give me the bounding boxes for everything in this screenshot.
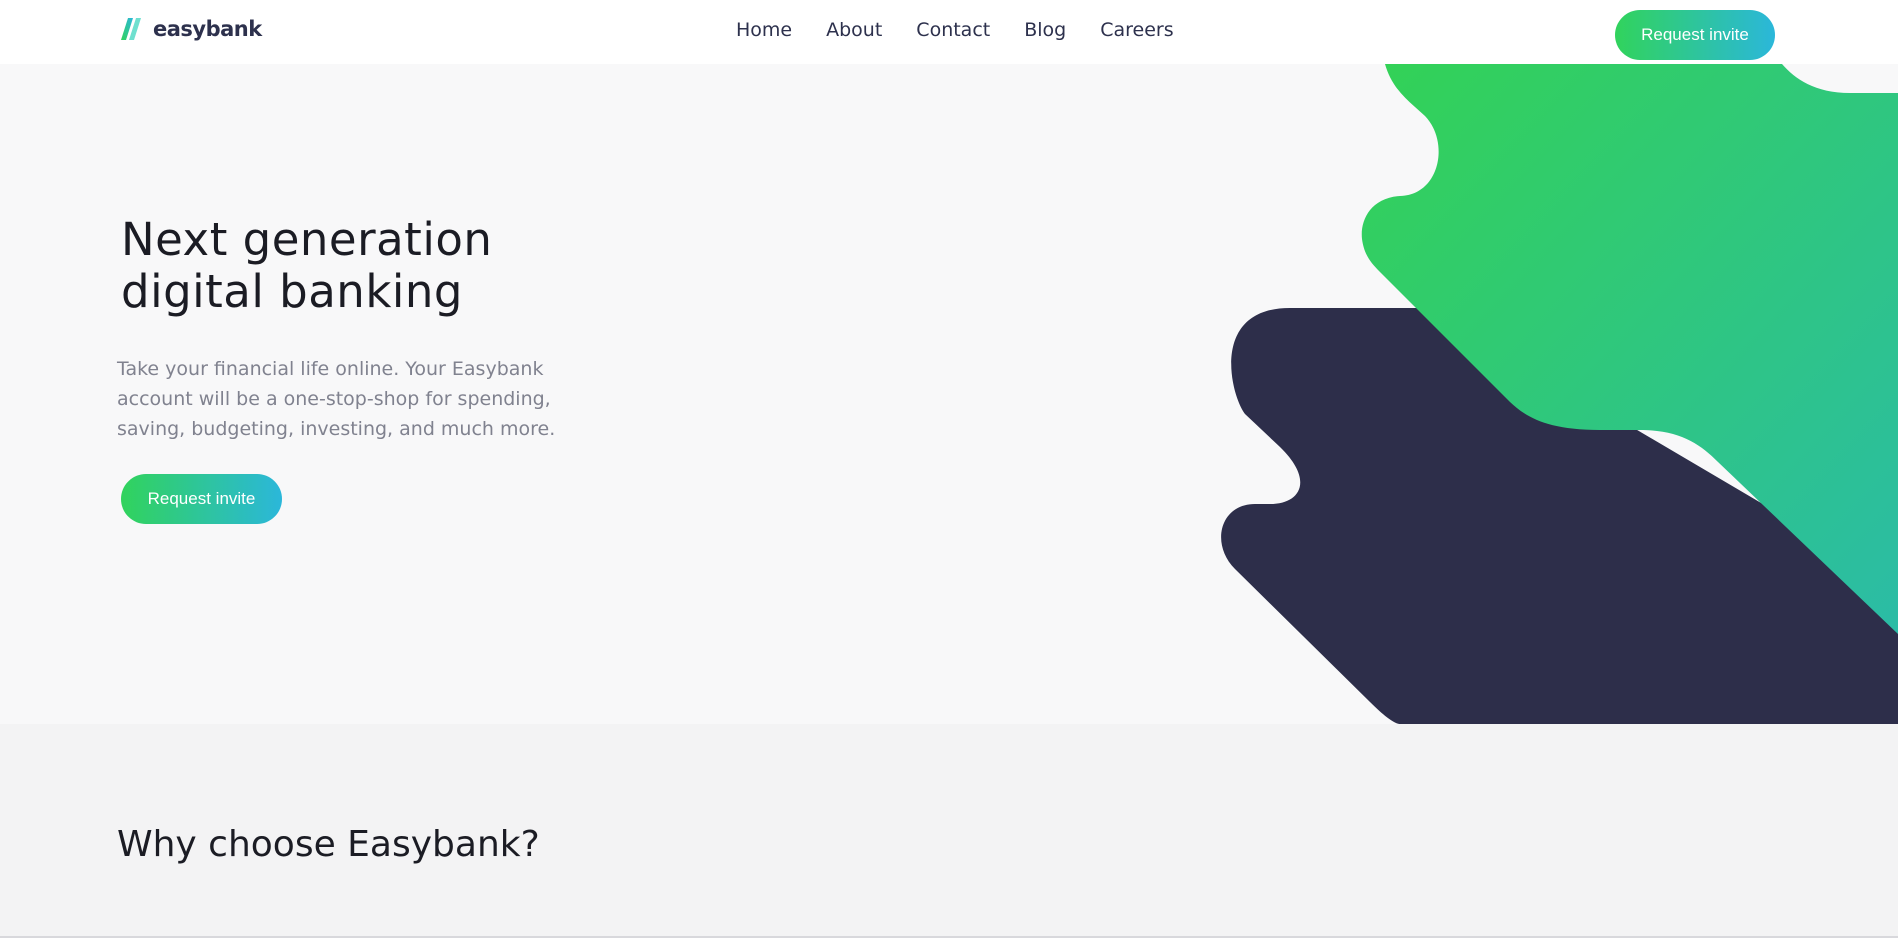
brand-name: easybank	[153, 17, 262, 41]
hero-section: Next generation digital banking Take you…	[0, 64, 1898, 724]
hero-request-invite-button[interactable]: Request invite	[121, 474, 282, 524]
hero-title-line-2: digital banking	[121, 265, 463, 318]
hero-title-line-1: Next generation	[121, 213, 493, 266]
nav-item-about[interactable]: About	[826, 18, 882, 42]
nav-item-contact[interactable]: Contact	[916, 18, 990, 42]
main-nav: Home About Contact Blog Careers	[736, 18, 1174, 42]
brand-logo[interactable]: easybank	[121, 14, 262, 44]
hero-title: Next generation digital banking	[121, 214, 641, 318]
site-header: easybank Home About Contact Blog Careers…	[0, 0, 1898, 64]
why-choose-section: Why choose Easybank?	[0, 724, 1898, 938]
hero-description: Take your financial life online. Your Ea…	[117, 358, 556, 440]
why-choose-heading: Why choose Easybank?	[117, 824, 540, 865]
header-request-invite-button[interactable]: Request invite	[1615, 10, 1775, 60]
nav-item-home[interactable]: Home	[736, 18, 792, 42]
nav-item-careers[interactable]: Careers	[1100, 18, 1173, 42]
logo-stripes-icon	[121, 18, 141, 40]
nav-item-blog[interactable]: Blog	[1024, 18, 1066, 42]
